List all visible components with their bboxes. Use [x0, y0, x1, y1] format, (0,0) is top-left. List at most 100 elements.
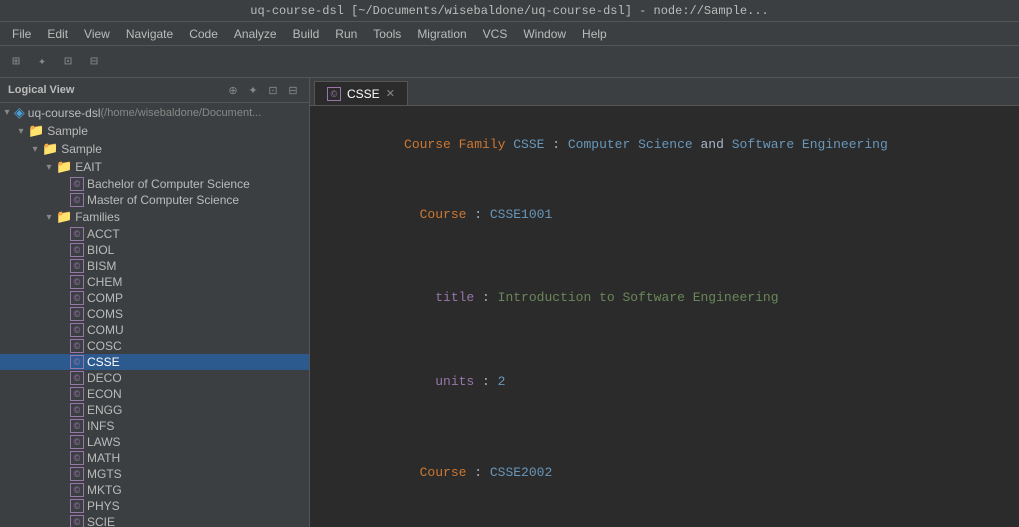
sidebar-item-deco[interactable]: © DECO — [0, 370, 309, 386]
course-id: CSSE2002 — [490, 465, 552, 480]
gear-icon: © — [70, 435, 84, 449]
toolbar-icon-4[interactable]: ⊟ — [84, 52, 104, 72]
right-panel: © CSSE ✕ Course Family CSSE : Computer S… — [310, 78, 1019, 527]
tree-item-label: DECO — [87, 371, 122, 385]
gear-icon: © — [70, 259, 84, 273]
menu-analyze[interactable]: Analyze — [226, 25, 285, 43]
sidebar-item-phys[interactable]: © PHYS — [0, 498, 309, 514]
sidebar-item-econ[interactable]: © ECON — [0, 386, 309, 402]
editor-content: Course Family CSSE : Computer Science an… — [310, 106, 1019, 527]
tree-item-label: Families — [75, 210, 120, 224]
sidebar-item-engg[interactable]: © ENGG — [0, 402, 309, 418]
course-keyword: Course — [388, 465, 466, 480]
tree-container: ▾ ◈ uq-course-dsl (/home/wisebaldone/Doc… — [0, 103, 309, 527]
menu-edit[interactable]: Edit — [39, 25, 76, 43]
folder-icon: 📁 — [42, 141, 58, 157]
sidebar-item-sample-sub[interactable]: ▾ 📁 Sample — [0, 140, 309, 158]
gear-icon: © — [70, 499, 84, 513]
tab-csse-close[interactable]: ✕ — [386, 87, 395, 100]
sidebar-item-infs[interactable]: © INFS — [0, 418, 309, 434]
title-text: uq-course-dsl [~/Documents/wisebaldone/u… — [250, 4, 768, 18]
sidebar-icon-4[interactable]: ⊟ — [285, 82, 301, 98]
tree-item-label: INFS — [87, 419, 114, 433]
toolbar-icon-2[interactable]: ✦ — [32, 52, 52, 72]
tree-item-label: Master of Computer Science — [87, 193, 239, 207]
sidebar-item-math[interactable]: © MATH — [0, 450, 309, 466]
gear-icon: © — [70, 387, 84, 401]
family-name: CSSE — [513, 137, 544, 152]
menu-view[interactable]: View — [76, 25, 118, 43]
sidebar-item-master[interactable]: © Master of Computer Science — [0, 192, 309, 208]
sidebar-icon-1[interactable]: ⊕ — [225, 82, 241, 98]
sidebar-item-chem[interactable]: © CHEM — [0, 274, 309, 290]
course-title-line: title : Introduction to Software Enginee… — [326, 268, 1003, 330]
sidebar-item-bachelor[interactable]: © Bachelor of Computer Science — [0, 176, 309, 192]
tree-item-label: MATH — [87, 451, 120, 465]
tree-item-label: MGTS — [87, 467, 122, 481]
sidebar-icon-2[interactable]: ✦ — [245, 82, 261, 98]
tree-arrow: ▾ — [42, 162, 56, 173]
sidebar-item-cosc[interactable]: © COSC — [0, 338, 309, 354]
course-keyword: Course — [388, 207, 466, 222]
menu-file[interactable]: File — [4, 25, 39, 43]
sidebar-item-mktg[interactable]: © MKTG — [0, 482, 309, 498]
menu-bar: File Edit View Navigate Code Analyze Bui… — [0, 22, 1019, 46]
gear-icon: © — [70, 483, 84, 497]
project-icon: ◈ — [14, 104, 25, 121]
sidebar-item-comu[interactable]: © COMU — [0, 322, 309, 338]
sidebar-item-sample-root[interactable]: ▾ 📁 Sample — [0, 122, 309, 140]
course-units-line: units : 2 — [326, 351, 1003, 413]
menu-build[interactable]: Build — [285, 25, 328, 43]
sidebar-item-scie[interactable]: © SCIE — [0, 514, 309, 527]
toolbar-icon-1[interactable]: ⊞ — [6, 52, 26, 72]
tree-item-label: CSSE — [87, 355, 120, 369]
tree-item-label: COMS — [87, 307, 123, 321]
sidebar-item-acct[interactable]: © ACCT — [0, 226, 309, 242]
tree-item-label: Sample — [47, 124, 88, 138]
module-folder-icon: 📁 — [56, 209, 72, 225]
course-block-CSSE2002: Course : CSSE2002 title : Programming in… — [326, 434, 1003, 527]
sidebar-item-laws[interactable]: © LAWS — [0, 434, 309, 450]
menu-tools[interactable]: Tools — [365, 25, 409, 43]
course-id-line: Course : CSSE1001 — [326, 184, 1003, 246]
tree-item-label: CHEM — [87, 275, 122, 289]
menu-vcs[interactable]: VCS — [475, 25, 516, 43]
sidebar-item-coms[interactable]: © COMS — [0, 306, 309, 322]
menu-migration[interactable]: Migration — [409, 25, 474, 43]
gear-icon: © — [70, 275, 84, 289]
sidebar-item-comp[interactable]: © COMP — [0, 290, 309, 306]
menu-run[interactable]: Run — [327, 25, 365, 43]
tab-csse-icon: © — [327, 87, 341, 101]
family-desc1: Computer Science — [568, 137, 693, 152]
menu-help[interactable]: Help — [574, 25, 615, 43]
units-keyword: units — [388, 374, 474, 389]
tree-item-label: COMP — [87, 291, 123, 305]
sidebar: Logical View ⊕ ✦ ⊡ ⊟ ▾ ◈ uq-course-dsl (… — [0, 78, 310, 527]
gear-icon: © — [70, 291, 84, 305]
sidebar-item-mgts[interactable]: © MGTS — [0, 466, 309, 482]
tab-csse[interactable]: © CSSE ✕ — [314, 81, 408, 105]
gear-icon: © — [70, 403, 84, 417]
menu-navigate[interactable]: Navigate — [118, 25, 181, 43]
toolbar-icon-3[interactable]: ⊡ — [58, 52, 78, 72]
blank-line — [326, 176, 1003, 184]
file-icon: © — [70, 193, 84, 207]
sidebar-item-bism[interactable]: © BISM — [0, 258, 309, 274]
sidebar-item-biol[interactable]: © BIOL — [0, 242, 309, 258]
tree-arrow: ▾ — [28, 144, 42, 155]
gear-icon: © — [70, 227, 84, 241]
sidebar-item-families[interactable]: ▾ 📁 Families — [0, 208, 309, 226]
course-units: 2 — [498, 374, 506, 389]
sidebar-item-eait[interactable]: ▾ 📁 EAIT — [0, 158, 309, 176]
sidebar-icon-3[interactable]: ⊡ — [265, 82, 281, 98]
sidebar-item-uq-course-dsl[interactable]: ▾ ◈ uq-course-dsl (/home/wisebaldone/Doc… — [0, 103, 309, 122]
sidebar-item-csse[interactable]: © CSSE — [0, 354, 309, 370]
tree-item-label: SCIE — [87, 515, 115, 527]
editor-area: Course Family CSSE : Computer Science an… — [310, 106, 1019, 527]
menu-window[interactable]: Window — [515, 25, 574, 43]
tree-item-label: EAIT — [75, 160, 102, 174]
course-block-CSSE1001: Course : CSSE1001 title : Introduction t… — [326, 176, 1003, 434]
tree-item-label: Sample — [61, 142, 102, 156]
course-title: Introduction to Software Engineering — [498, 290, 779, 305]
menu-code[interactable]: Code — [181, 25, 226, 43]
